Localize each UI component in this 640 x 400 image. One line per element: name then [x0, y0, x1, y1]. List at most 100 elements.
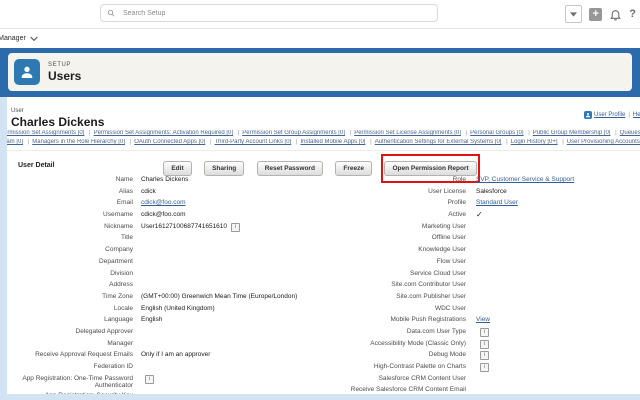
related-list-link[interactable]: Permission Set Assignments [0] — [0, 130, 84, 136]
detail-row: Service Cloud User — [330, 268, 638, 280]
field-value — [141, 232, 326, 234]
detail-row: Company — [8, 244, 326, 256]
info-icon[interactable]: i — [480, 351, 489, 360]
search-box[interactable] — [100, 4, 438, 22]
info-icon[interactable]: i — [231, 223, 240, 232]
info-icon[interactable]: i — [145, 375, 154, 384]
field-value-text: English (United Kingdom) — [141, 305, 215, 312]
field-label: Receive Salesforce CRM Content Email — [330, 384, 476, 393]
field-value — [476, 221, 638, 223]
field-label: Address — [8, 279, 141, 288]
notifications-bell-icon[interactable] — [609, 8, 622, 21]
field-label: Service Cloud User — [330, 268, 476, 277]
field-label: Profile — [330, 197, 476, 206]
divider: | — [506, 139, 508, 145]
user-profile-link[interactable]: User Profile — [594, 112, 625, 118]
related-list-link[interactable]: OAuth Connected Apps [0] — [134, 139, 205, 145]
detail-row: Name Charles Dickens — [8, 174, 326, 186]
help-for-page-link[interactable]: Help for this Page — [633, 112, 640, 118]
field-value: Only if I am an approver — [141, 349, 326, 358]
related-list-link[interactable]: Queues [0] — [620, 130, 640, 136]
field-value: ✓ — [476, 209, 638, 219]
detail-right-column: Role SVP, Customer Service & Support Use… — [330, 174, 638, 396]
related-list-link[interactable]: Authentication Settings for External Sys… — [375, 139, 502, 145]
field-value: English — [141, 314, 326, 323]
setup-eyebrow: SETUP — [48, 62, 81, 68]
field-value — [141, 361, 326, 363]
field-label: Flow User — [330, 256, 476, 265]
field-value-text: English — [141, 316, 162, 323]
detail-row: Locale English (United Kingdom) — [8, 303, 326, 315]
user-menu-dropdown[interactable] — [565, 5, 582, 23]
field-label: Accessibility Mode (Classic Only) — [330, 338, 476, 347]
detail-row: Profile Standard User — [330, 197, 638, 209]
field-value — [141, 244, 326, 246]
field-value — [141, 390, 326, 392]
detail-row: Knowledge User — [330, 244, 638, 256]
related-list-link[interactable]: Permission Set Assignments: Activation R… — [94, 130, 233, 136]
field-label: Federation ID — [8, 361, 141, 370]
field-value — [476, 244, 638, 246]
detail-row: Flow User — [330, 256, 638, 268]
field-value: Charles Dickens — [141, 174, 326, 183]
detail-row: Federation ID — [8, 361, 326, 373]
divider: | — [89, 130, 91, 136]
field-value — [476, 384, 638, 386]
users-object-icon — [14, 59, 40, 85]
field-label: Alias — [8, 186, 141, 195]
detail-row: Manager — [8, 338, 326, 350]
info-icon[interactable]: i — [480, 328, 489, 337]
field-value — [141, 268, 326, 270]
related-list-link[interactable]: Managers in the Role Hierarchy [0] — [32, 139, 125, 145]
field-value: English (United Kingdom) — [141, 303, 326, 312]
detail-row: Debug Mode i — [330, 349, 638, 361]
info-icon[interactable]: i — [480, 363, 489, 372]
info-icon[interactable]: i — [480, 340, 489, 349]
field-label: Division — [8, 268, 141, 277]
related-list-link[interactable]: Permission Set Group Assignments [0] — [242, 130, 345, 136]
field-label: Name — [8, 174, 141, 183]
detail-row: Offline User — [330, 232, 638, 244]
detail-row: Marketing User — [330, 221, 638, 233]
field-label: Company — [8, 244, 141, 253]
related-list-link[interactable]: Personal Groups [0] — [470, 130, 523, 136]
related-lists-row-1: |Permission Set Assignments [0] |Permiss… — [0, 130, 640, 136]
page-title: Users — [48, 69, 81, 83]
detail-row: Username cdick@foo.com — [8, 209, 326, 221]
bottom-edge-strip — [0, 394, 640, 400]
detail-row: Role SVP, Customer Service & Support — [330, 174, 638, 186]
related-list-link[interactable]: Permission Set License Assignments [0] — [354, 130, 461, 136]
field-value — [476, 256, 638, 258]
field-label: Debug Mode — [330, 349, 476, 358]
global-header: + ? — [0, 0, 640, 29]
related-list-link[interactable]: Installed Mobile Apps [0] — [300, 139, 365, 145]
banner-card: SETUP Users — [8, 53, 632, 91]
field-value: Salesforce — [476, 186, 638, 195]
add-icon[interactable]: + — [589, 8, 602, 21]
related-list-link[interactable]: Third-Party Account Links [0] — [215, 139, 292, 145]
related-list-link[interactable]: Login History [0+] — [511, 139, 558, 145]
field-label: Offline User — [330, 232, 476, 241]
field-label: Email — [8, 197, 141, 206]
field-value: i — [476, 338, 638, 349]
tab-object-manager[interactable]: Object Manager — [0, 29, 72, 48]
chevron-down-icon — [30, 36, 38, 42]
divider: | — [528, 130, 530, 136]
field-value: User16127100687741651610i — [141, 221, 326, 232]
divider: | — [562, 139, 564, 145]
divider: | — [350, 130, 352, 136]
field-label: Site.com Publisher User — [330, 291, 476, 300]
field-value — [141, 326, 326, 328]
field-value-text: SVP, Customer Service & Support — [476, 176, 574, 183]
field-value — [141, 279, 326, 281]
related-list-link[interactable]: Public Group Membership [0] — [533, 130, 611, 136]
related-list-link[interactable]: User Provisioning Accounts [0] — [567, 139, 640, 145]
field-value: View — [476, 314, 638, 323]
field-value: cdick@foo.com — [141, 197, 326, 206]
search-input[interactable] — [121, 9, 431, 18]
detail-left-column: Name Charles Dickens Alias cdick Email c… — [8, 174, 326, 400]
field-label: Role — [330, 174, 476, 183]
help-icon[interactable]: ? — [629, 8, 636, 20]
search-icon — [107, 9, 115, 17]
field-label: Mobile Push Registrations — [330, 314, 476, 323]
